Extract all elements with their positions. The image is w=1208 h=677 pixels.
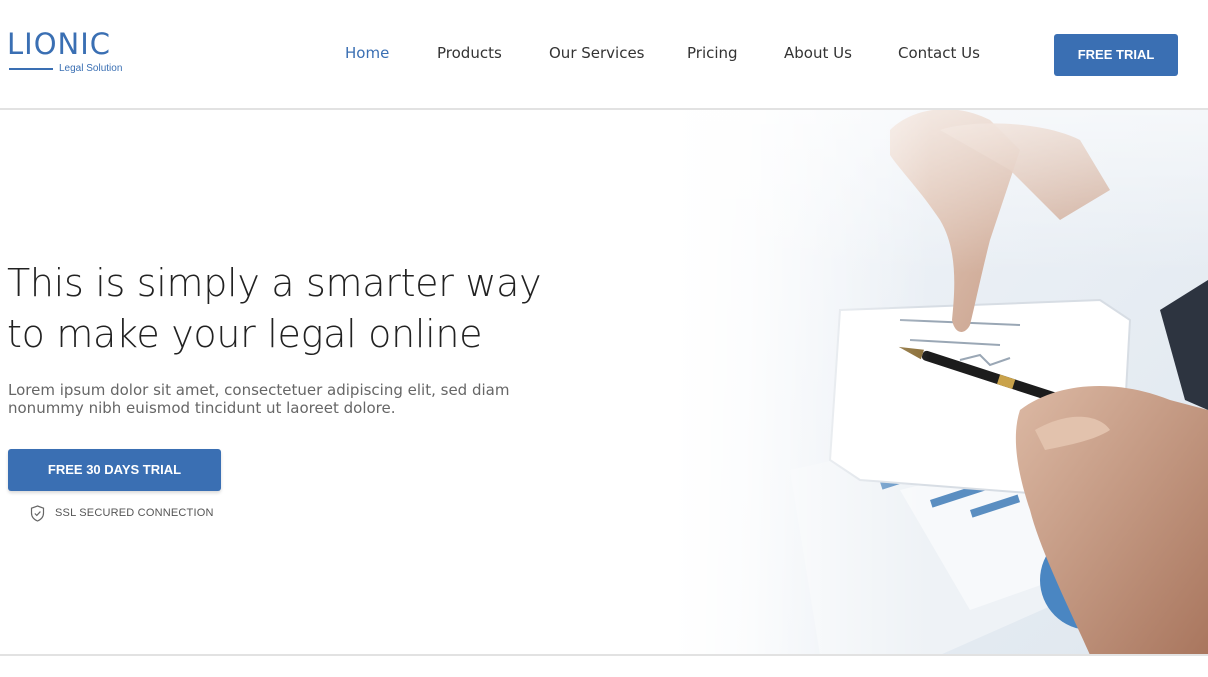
nav-item-our-services[interactable]: Our Services xyxy=(549,44,645,62)
hero-headline: This is simply a smarter way to make you… xyxy=(7,258,567,360)
hero-subtext: Lorem ipsum dolor sit amet, consectetuer… xyxy=(8,381,510,417)
section-divider xyxy=(0,654,1208,656)
hero-headline-line-1: This is simply a smarter way xyxy=(7,261,542,305)
site-header: LIONIC Legal Solution Home Products Our … xyxy=(0,0,1208,110)
hero-headline-line-2: to make your legal online xyxy=(7,312,483,356)
nav-item-contact-us[interactable]: Contact Us xyxy=(898,44,980,62)
hero-section: This is simply a smarter way to make you… xyxy=(0,110,1208,655)
nav-item-products[interactable]: Products xyxy=(437,44,502,62)
shield-check-icon xyxy=(30,504,45,522)
ssl-badge: SSL SECURED CONNECTION xyxy=(30,504,214,522)
nav-item-home[interactable]: Home xyxy=(345,44,389,62)
free-trial-button[interactable]: FREE TRIAL xyxy=(1054,34,1178,76)
hero-image-overlay xyxy=(640,110,1208,655)
logo-underline xyxy=(9,68,53,70)
ssl-label: SSL SECURED CONNECTION xyxy=(55,507,214,519)
brand-logo[interactable]: LIONIC Legal Solution xyxy=(7,28,132,78)
brand-name: LIONIC xyxy=(7,27,112,61)
nav-item-pricing[interactable]: Pricing xyxy=(687,44,738,62)
nav-item-about-us[interactable]: About Us xyxy=(784,44,852,62)
free-30-days-trial-button[interactable]: FREE 30 DAYS TRIAL xyxy=(8,449,221,491)
brand-tagline: Legal Solution xyxy=(59,63,123,74)
